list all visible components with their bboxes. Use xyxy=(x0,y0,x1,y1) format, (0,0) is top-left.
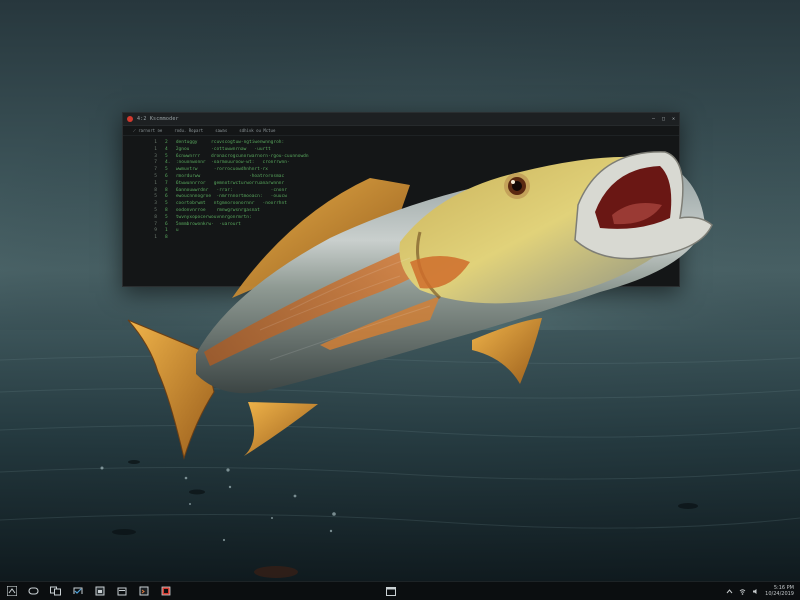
line-number: 1 xyxy=(154,140,157,145)
line-number: 5 xyxy=(154,207,157,213)
store-button[interactable] xyxy=(116,586,127,597)
line-number: 5 xyxy=(154,173,157,179)
code-text: 6 rmordurww ·hoatrorosmac xyxy=(165,173,285,179)
code-text: 4 2gnou ·cottuwwnrnaw ·uurtt xyxy=(165,146,271,152)
start-button[interactable] xyxy=(6,586,17,597)
code-line: 8 5 twvnyxopocerwouvnnrgonrmrtn: xyxy=(131,215,679,222)
maximize-button[interactable]: □ xyxy=(662,116,665,122)
taskbar: 5:16 PM 10/24/2019 xyxy=(0,581,800,600)
terminal-titlebar[interactable]: 4:2 Kscmmoder — □ ✕ xyxy=(123,113,679,126)
line-number: 1 xyxy=(154,235,157,241)
code-line: 76 5nmmbrowonkrw· ·uarourt xyxy=(131,222,679,229)
code-text: 8 xyxy=(165,235,168,241)
code-line: 7 5 wwmuvtrw ·rorrocuowdhnhnrt·rx xyxy=(131,167,679,174)
terminal-button[interactable] xyxy=(138,586,149,597)
terminal-icon xyxy=(139,586,148,596)
task-view-icon xyxy=(50,586,61,596)
wallpaper xyxy=(0,0,800,600)
folder-icon xyxy=(95,586,104,596)
store-icon xyxy=(117,587,126,596)
menu-item[interactable]: ⟋ rarnort ǝe xyxy=(133,128,162,133)
explorer-button[interactable] xyxy=(94,586,105,597)
terminal-title: 4:2 Kscmmoder xyxy=(137,116,179,122)
code-text: 5 wwmuvtrw ·rorrocuowdhnhnrt·rx xyxy=(165,167,268,173)
clock-date: 10/24/2019 xyxy=(765,591,794,597)
start-icon xyxy=(6,586,17,596)
terminal-window[interactable]: 4:2 Kscmmoder — □ ✕ ⟋ rarnort ǝe rodu. R… xyxy=(122,112,680,287)
browser-icon xyxy=(73,587,82,594)
line-number: 7 xyxy=(154,221,157,227)
code-line: 5 6 rmordurww ·hoatrorosmac xyxy=(131,174,679,181)
wifi-icon[interactable] xyxy=(739,588,746,595)
app-button[interactable] xyxy=(160,586,171,597)
code-line: 91 u xyxy=(131,228,679,235)
code-line: 3 5 coortobrwmt ntgmnoroonornnr ·noorrhnt xyxy=(131,201,679,208)
search-icon xyxy=(28,587,39,595)
line-number: 5 xyxy=(154,194,157,200)
code-line: 1 2 dentuggy rcuvscogtuw-ngtiwenwnngroh: xyxy=(131,140,679,147)
center-window-button[interactable] xyxy=(385,586,396,597)
task-view-button[interactable] xyxy=(50,586,61,597)
system-tray: 5:16 PM 10/24/2019 xyxy=(726,585,794,597)
code-text: 5 twvnyxopocerwouvnnrgonrmrtn: xyxy=(165,214,252,220)
code-text: 7 6twwunnrror gemnotrwcturworruanarwnnnr xyxy=(165,180,285,186)
code-text: 8 oodonvnrroe rmnwgrwsnrgasnat xyxy=(165,207,260,213)
menu-item[interactable]: sdhivk ou Mctue xyxy=(239,128,275,133)
line-number: 1 xyxy=(154,146,157,152)
code-text: 2 dentuggy rcuvscogtuw-ngtiwenwnngroh: xyxy=(165,140,285,145)
volume-icon[interactable] xyxy=(752,588,759,595)
line-number: 3 xyxy=(154,153,157,159)
window-icon xyxy=(385,586,396,596)
chevron-up-icon[interactable] xyxy=(726,588,733,595)
terminal-app-icon xyxy=(127,116,133,122)
edge-button[interactable] xyxy=(72,586,83,597)
line-number: 8 xyxy=(154,187,157,193)
minimize-button[interactable]: — xyxy=(652,116,655,122)
line-number: 1 xyxy=(154,180,157,186)
code-line: 1 7 6twwunnrror gemnotrwcturworruanarwnnn… xyxy=(131,181,679,188)
code-line: 5 8 oodonvnrroe rmnwgrwsnrgasnat xyxy=(131,208,679,215)
app-icon xyxy=(161,586,170,596)
window-controls: — □ ✕ xyxy=(652,116,675,122)
code-area[interactable]: 12 dentuggy rcuvscogtuw-ngtiwenwnngroh: 1… xyxy=(123,136,679,242)
code-line: 1 4 2gnou ·cottuwwnrnaw ·uurtt xyxy=(131,147,679,154)
code-line: 18 xyxy=(131,235,679,242)
line-number: 3 xyxy=(154,201,157,207)
menu-item[interactable]: rodu. Ropart xyxy=(174,128,203,133)
desktop: 4:2 Kscmmoder — □ ✕ ⟋ rarnort ǝe rodu. R… xyxy=(0,0,800,600)
close-button[interactable]: ✕ xyxy=(672,116,675,122)
line-number: 8 xyxy=(154,214,157,220)
line-number: 7 xyxy=(154,167,157,173)
line-number: 9 xyxy=(154,228,157,234)
search-button[interactable] xyxy=(28,586,39,597)
line-number: 7 xyxy=(154,160,157,166)
code-text: 5 coortobrwmt ntgmnoroonornnr ·noorrhnt xyxy=(165,201,287,207)
clock[interactable]: 5:16 PM 10/24/2019 xyxy=(765,585,794,597)
menu-item[interactable]: sawas xyxy=(215,128,227,133)
terminal-menubar: ⟋ rarnort ǝe rodu. Ropart sawas sdhivk o… xyxy=(123,126,679,136)
